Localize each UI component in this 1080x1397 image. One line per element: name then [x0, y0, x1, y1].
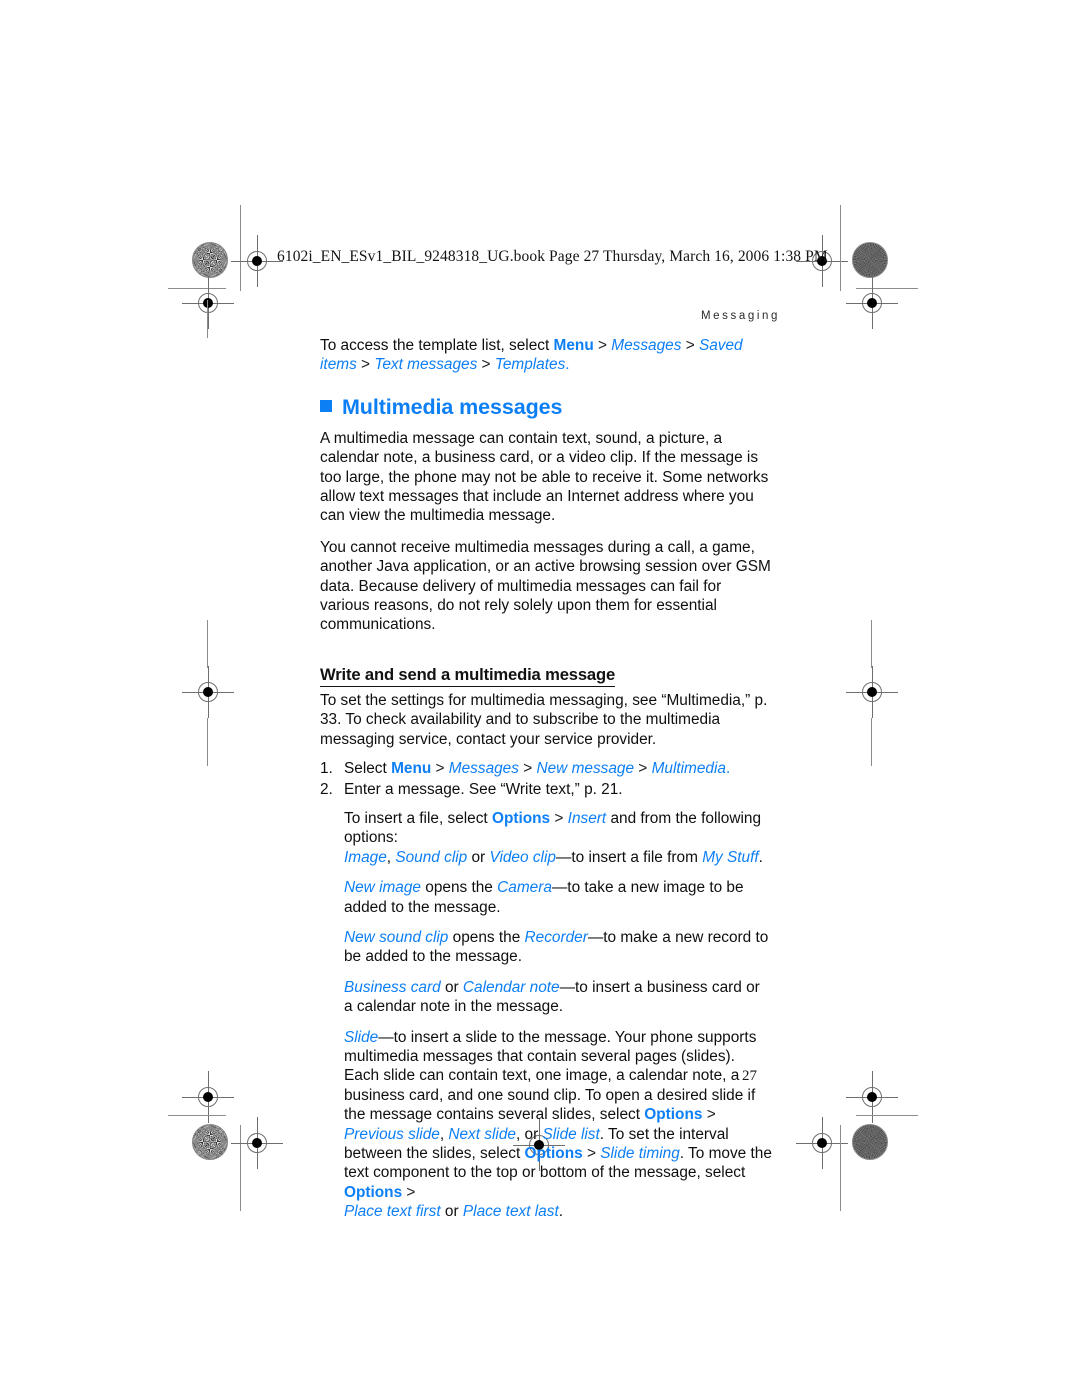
body-paragraph-3: To set the settings for multimedia messa… — [320, 691, 768, 748]
new-image-paragraph: New image opens the Camera—to take a new… — [344, 878, 772, 917]
slide-list-item: Slide list — [542, 1125, 600, 1143]
business-card-item: Business card — [344, 978, 441, 996]
slide-timing-item: Slide timing — [600, 1145, 680, 1162]
image-item: Image — [344, 848, 387, 866]
sound-clip-item: Sound clip — [395, 848, 468, 866]
place-text-last-item: Place text last — [462, 1203, 559, 1221]
running-header: Messaging — [700, 310, 780, 322]
templates-item: Templates — [494, 356, 566, 374]
or-text: or — [440, 1203, 463, 1221]
options-keyword: Options — [491, 809, 551, 827]
text-messages-item: Text messages — [374, 356, 478, 374]
path-separator: > — [431, 760, 449, 778]
opens-the-text: opens the — [448, 928, 525, 946]
slide-item: Slide — [344, 1028, 379, 1046]
insert-item: Insert — [567, 809, 607, 827]
new-image-item: New image — [344, 879, 421, 897]
opens-the-text: opens the — [420, 879, 498, 897]
menu-keyword: Menu — [391, 760, 432, 778]
step-number: 1. — [320, 760, 333, 778]
document-page: 6102i_EN_ESv1_BIL_9248318_UG.book Page 2… — [0, 0, 1080, 1397]
subsection-heading-write-and-send: Write and send a multimedia message — [320, 665, 615, 687]
options-keyword: Options — [344, 1183, 403, 1201]
or-text: or — [440, 978, 463, 996]
body-paragraph-2: You cannot receive multimedia messages d… — [320, 538, 771, 634]
camera-item: Camera — [497, 879, 552, 897]
new-message-item: New message — [536, 760, 635, 778]
or-text: , or — [515, 1125, 543, 1143]
slide-paragraph: Slide—to insert a slide to the message. … — [344, 1028, 772, 1222]
list-item: 2. Enter a message. See “Write text,” p. … — [320, 780, 772, 799]
list-item: 1. Select Menu > Messages > New message >… — [320, 759, 772, 778]
messages-item: Messages — [611, 337, 682, 354]
path-separator: > — [582, 1145, 601, 1162]
recorder-item: Recorder — [524, 928, 588, 946]
my-stuff-item: My Stuff — [702, 848, 759, 866]
page-number: 27 — [742, 1068, 757, 1084]
path-separator: > — [356, 356, 375, 374]
final-period: . — [558, 1203, 563, 1221]
intro-period: . — [565, 356, 570, 374]
section-heading-multimedia-messages: Multimedia messages — [320, 395, 772, 419]
period: . — [758, 848, 763, 866]
next-slide-item: Next slide — [448, 1125, 516, 1143]
section-heading-label: Multimedia messages — [342, 394, 563, 419]
body-paragraph-1: A multimedia message can contain text, s… — [320, 429, 769, 525]
options-description-block: To insert a file, select Options > Inser… — [344, 809, 772, 1222]
menu-keyword: Menu — [553, 337, 594, 354]
path-separator: > — [402, 1183, 416, 1201]
path-separator: > — [593, 337, 612, 354]
book-source-line: 6102i_EN_ESv1_BIL_9248318_UG.book Page 2… — [277, 248, 828, 265]
path-separator: > — [477, 356, 495, 374]
insert-lead-text: To insert a file, select — [344, 809, 492, 827]
business-card-paragraph: Business card or Calendar note—to insert… — [344, 978, 772, 1017]
options-keyword: Options — [524, 1145, 583, 1162]
new-sound-clip-paragraph: New sound clip opens the Recorder—to mak… — [344, 928, 772, 967]
path-separator: > — [702, 1106, 716, 1124]
step-number: 2. — [320, 780, 333, 798]
options-keyword: Options — [644, 1106, 703, 1124]
new-sound-clip-item: New sound clip — [344, 928, 449, 946]
filled-square-bullet-icon — [320, 399, 332, 412]
path-separator: > — [681, 337, 699, 354]
multimedia-item: Multimedia — [651, 760, 726, 778]
page-body: To access the template list, select Menu… — [320, 336, 772, 1222]
insert-file-paragraph: To insert a file, select Options > Inser… — [344, 809, 772, 867]
calendar-note-item: Calendar note — [462, 978, 560, 996]
video-clip-item: Video clip — [489, 848, 556, 866]
or-text: or — [467, 848, 490, 866]
previous-slide-item: Previous slide — [344, 1125, 440, 1143]
step-period: . — [725, 760, 731, 778]
path-separator: > — [550, 809, 568, 827]
numbered-steps-list: 1. Select Menu > Messages > New message >… — [320, 759, 772, 799]
intro-lead-text: To access the template list, select — [320, 337, 554, 354]
messages-item: Messages — [448, 760, 519, 778]
step-lead-text: Select — [344, 760, 392, 778]
place-text-first-item: Place text first — [344, 1203, 441, 1221]
path-separator: > — [518, 760, 537, 778]
intro-paragraph: To access the template list, select Menu… — [320, 336, 772, 375]
step-text: Enter a message. See “Write text,” p. 21… — [344, 780, 623, 798]
path-separator: > — [634, 760, 652, 778]
file-from-text: —to insert a file from — [555, 848, 703, 866]
